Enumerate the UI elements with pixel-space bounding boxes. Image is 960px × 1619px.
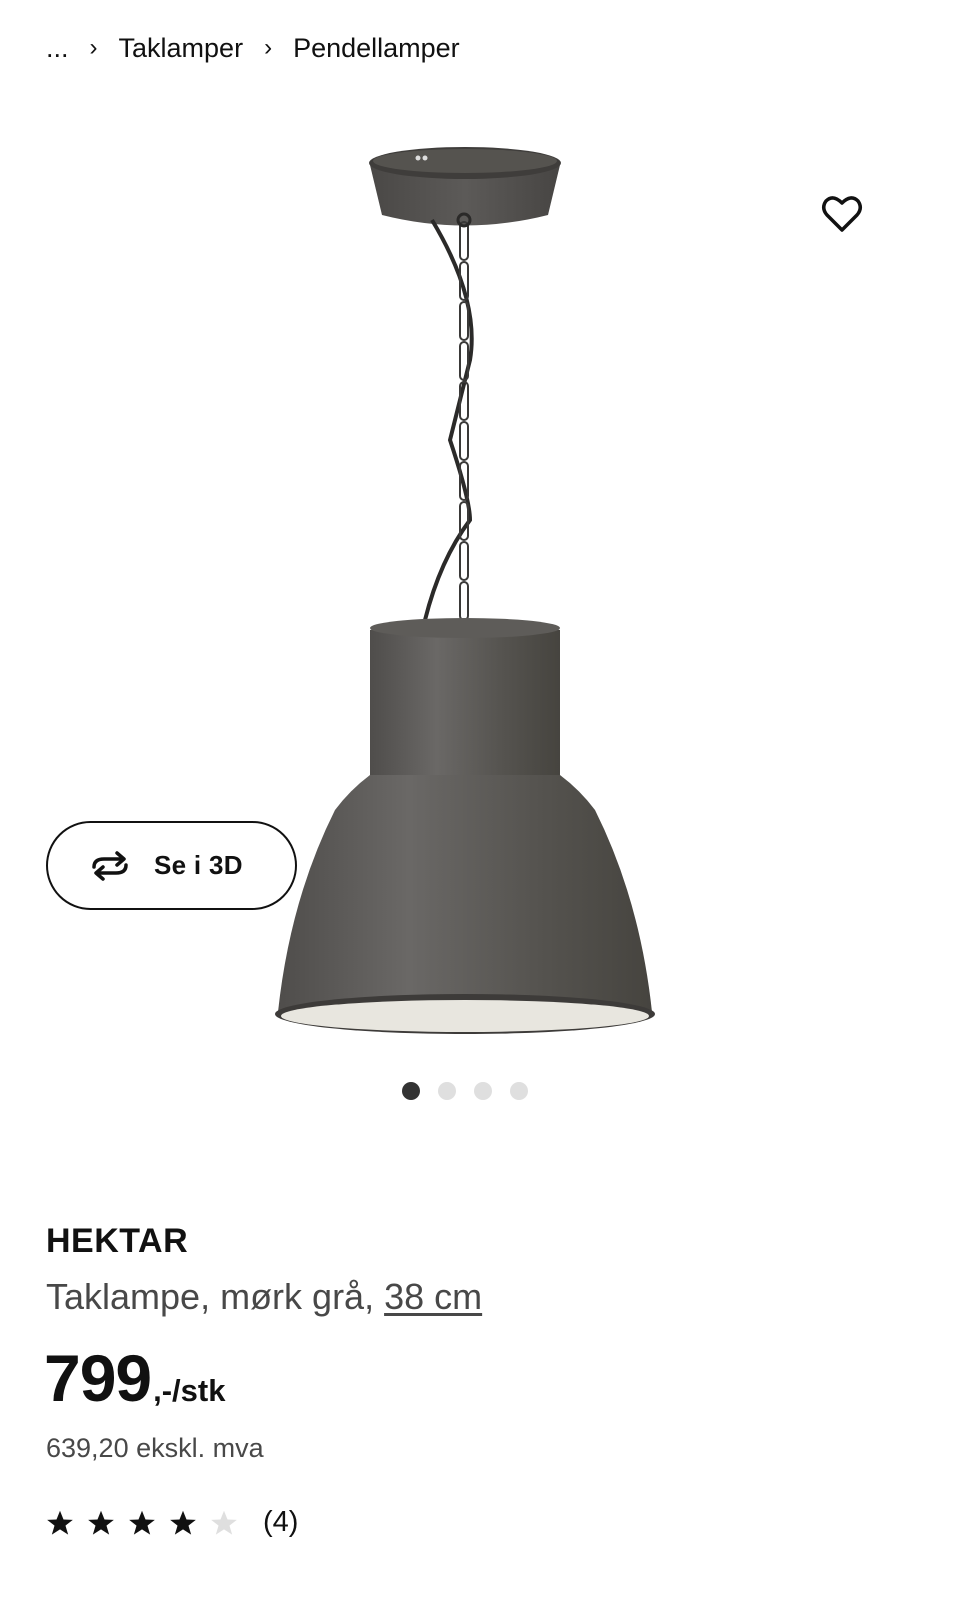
carousel-dot-2[interactable] [438, 1082, 456, 1100]
price-integer: 799 [44, 1341, 152, 1415]
star-icon [129, 1510, 155, 1535]
star-icon [47, 1510, 73, 1535]
chevron-right-icon: › [264, 34, 273, 61]
product-price: 799 ,-/stk [44, 1340, 225, 1416]
size-link[interactable]: 38 cm [384, 1276, 482, 1317]
breadcrumb-item-pendellamper[interactable]: Pendellamper [293, 33, 460, 64]
star-icon [88, 1510, 114, 1535]
breadcrumb-ellipsis[interactable]: ... [46, 33, 69, 64]
view-3d-label: Se i 3D [154, 850, 243, 880]
product-name: HEKTAR [46, 1222, 189, 1260]
price-suffix: ,-/stk [153, 1373, 226, 1408]
product-description-text: Taklampe, mørk grå, [46, 1276, 385, 1317]
heart-outline-icon [822, 196, 862, 232]
carousel-pagination [402, 1082, 528, 1100]
favorite-button[interactable] [818, 190, 866, 238]
price-excl-vat: 639,20 ekskl. mva [46, 1433, 264, 1463]
carousel-dot-3[interactable] [474, 1082, 492, 1100]
product-description: Taklampe, mørk grå, 38 cm [46, 1276, 482, 1318]
rating-count: (4) [263, 1506, 299, 1538]
product-rating[interactable]: (4) [46, 1506, 298, 1539]
star-empty-icon [211, 1510, 237, 1535]
carousel-dot-4[interactable] [510, 1082, 528, 1100]
product-image [275, 147, 655, 1034]
star-icon [170, 1510, 196, 1535]
rotate-3d-icon [86, 848, 136, 884]
carousel-dot-1[interactable] [402, 1082, 420, 1100]
chevron-right-icon: › [89, 34, 98, 61]
breadcrumb-item-taklamper[interactable]: Taklamper [119, 33, 244, 64]
breadcrumb: ... › Taklamper › Pendellamper [46, 28, 460, 68]
product-page: ... › Taklamper › Pendellamper Se i 3D H… [0, 0, 960, 1619]
product-image-carousel[interactable] [0, 100, 960, 1100]
view-3d-button[interactable]: Se i 3D [46, 821, 297, 910]
